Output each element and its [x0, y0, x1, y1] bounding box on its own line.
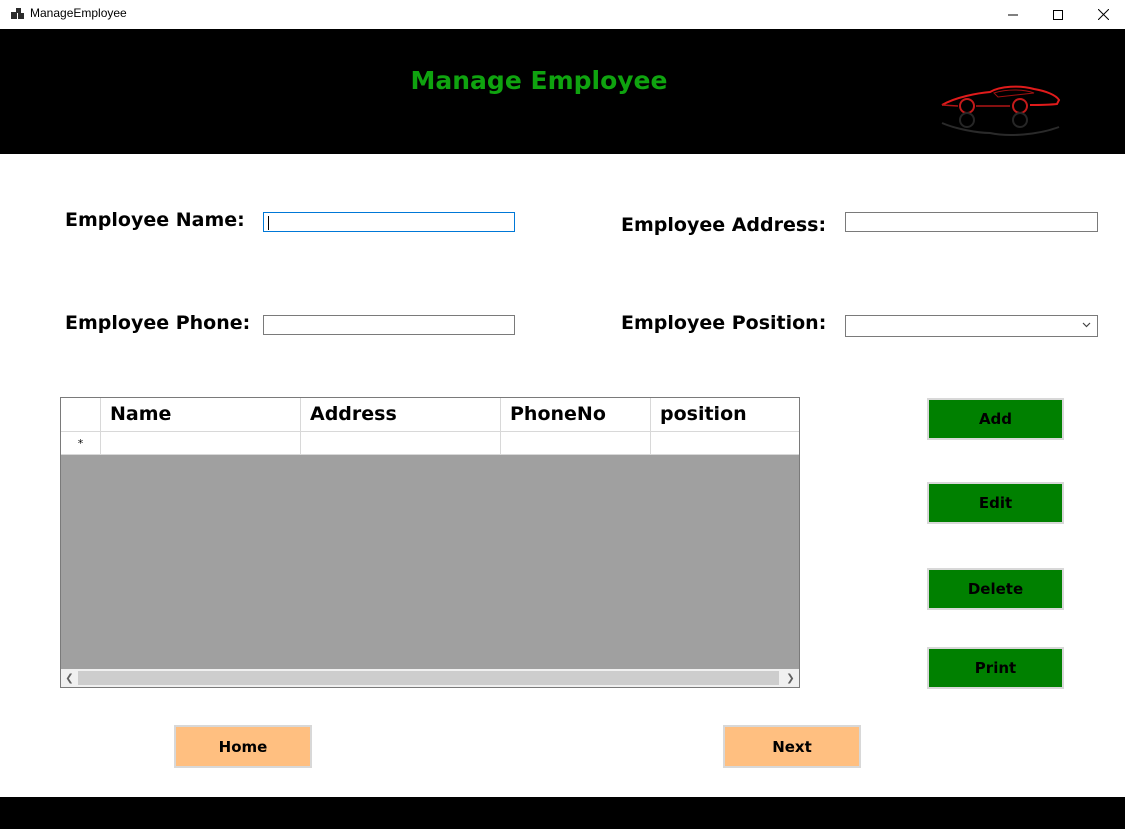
column-header-position[interactable]: position — [651, 398, 799, 431]
window-title: ManageEmployee — [30, 6, 127, 20]
horizontal-scrollbar[interactable]: ❮ ❯ — [61, 669, 799, 687]
next-button[interactable]: Next — [723, 725, 861, 768]
scroll-right-arrow-icon[interactable]: ❯ — [782, 669, 799, 687]
header-banner: Manage Employee — [0, 29, 1125, 154]
add-button[interactable]: Add — [927, 398, 1064, 440]
employee-name-label: Employee Name: — [65, 209, 245, 231]
footer-bar — [0, 797, 1125, 829]
employee-address-input[interactable] — [845, 212, 1098, 232]
employee-grid[interactable]: Name Address PhoneNo position * ❮ ❯ — [60, 397, 800, 688]
chevron-down-icon — [1082, 322, 1091, 328]
maximize-icon — [1053, 9, 1063, 20]
grid-cell-name[interactable] — [101, 432, 301, 455]
text-caret — [268, 216, 269, 230]
employee-address-label: Employee Address: — [621, 214, 827, 236]
scrollbar-thumb[interactable] — [78, 671, 779, 685]
employee-position-label: Employee Position: — [621, 312, 827, 334]
column-header-phoneno[interactable]: PhoneNo — [501, 398, 651, 431]
employee-phone-input[interactable] — [263, 315, 515, 335]
table-row-new[interactable]: * — [61, 432, 799, 455]
page-title: Manage Employee — [410, 66, 668, 95]
minimize-icon — [1008, 14, 1018, 15]
scroll-left-arrow-icon[interactable]: ❮ — [61, 669, 78, 687]
grid-cell-position[interactable] — [651, 432, 799, 455]
column-header-name[interactable]: Name — [101, 398, 301, 431]
window-titlebar: ManageEmployee — [0, 0, 1125, 29]
employee-phone-label: Employee Phone: — [65, 312, 251, 334]
row-header-corner — [61, 398, 101, 431]
home-button[interactable]: Home — [174, 725, 312, 768]
grid-cell-address[interactable] — [301, 432, 501, 455]
delete-button[interactable]: Delete — [927, 568, 1064, 610]
app-icon — [11, 7, 25, 21]
minimize-button[interactable] — [990, 0, 1036, 29]
employee-name-input[interactable] — [263, 212, 515, 232]
employee-position-select[interactable] — [845, 315, 1098, 337]
edit-button[interactable]: Edit — [927, 482, 1064, 524]
print-button[interactable]: Print — [927, 647, 1064, 689]
maximize-button[interactable] — [1035, 0, 1081, 29]
close-icon — [1097, 9, 1109, 20]
column-header-address[interactable]: Address — [301, 398, 501, 431]
car-logo-icon — [941, 85, 1061, 136]
grid-header: Name Address PhoneNo position — [61, 398, 799, 432]
grid-cell-phoneno[interactable] — [501, 432, 651, 455]
close-button[interactable] — [1080, 0, 1125, 29]
new-row-marker: * — [61, 432, 101, 455]
